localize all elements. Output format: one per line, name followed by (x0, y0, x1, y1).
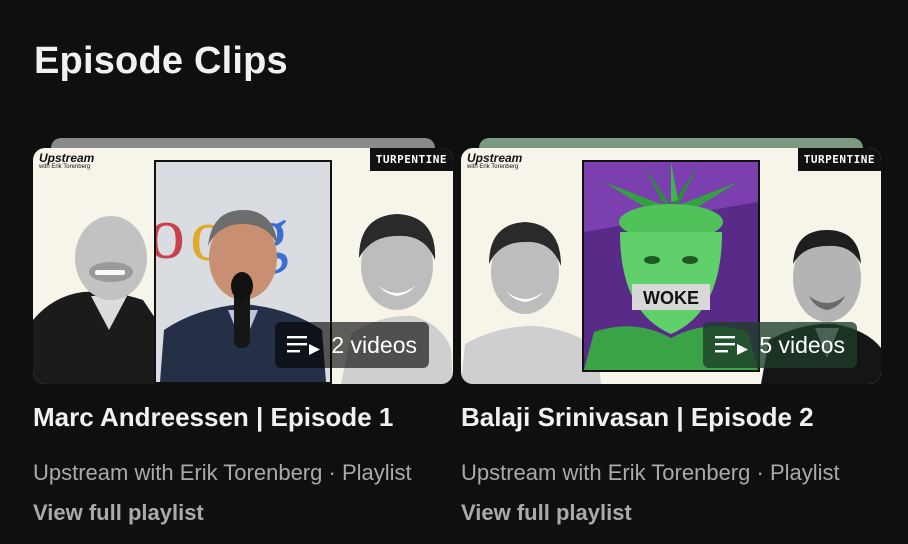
upstream-logo-sub: with Erik Torenberg (467, 164, 519, 170)
meta-separator: · (328, 460, 336, 485)
playlist-icon (715, 334, 749, 356)
person-photo-left (461, 208, 601, 384)
video-count-text: 2 videos (331, 331, 417, 358)
meta-separator: · (756, 460, 764, 485)
content-type: Playlist (769, 460, 840, 485)
turpentine-label: TURPENTINE (369, 148, 453, 171)
upstream-logo: Upstream (467, 151, 523, 165)
upstream-logo: Upstream (39, 151, 95, 165)
thumbnail-image: Upstream with Erik Torenberg TURPENTINE … (33, 148, 453, 384)
playlist-meta: Upstream with Erik Torenberg · Playlist (461, 460, 840, 486)
content-type: Playlist (341, 460, 412, 485)
playlist-thumbnail[interactable]: Upstream with Erik Torenberg TURPENTINE … (33, 138, 453, 384)
view-full-playlist-link[interactable]: View full playlist (461, 500, 632, 526)
playlist-icon (287, 334, 321, 356)
upstream-logo-sub: with Erik Torenberg (39, 164, 91, 170)
playlist-title[interactable]: Marc Andreessen | Episode 1 (33, 402, 393, 433)
turpentine-label: TURPENTINE (797, 148, 881, 171)
woke-sign-text: WOKE (643, 288, 699, 308)
playlist-thumbnail[interactable]: Upstream with Erik Torenberg TURPENTINE (461, 138, 881, 384)
playlist-title[interactable]: Balaji Srinivasan | Episode 2 (461, 402, 814, 433)
video-count-text: 5 videos (759, 331, 845, 358)
playlist-card-2[interactable]: Upstream with Erik Torenberg TURPENTINE (461, 138, 881, 525)
thumbnail-image: Upstream with Erik Torenberg TURPENTINE (461, 148, 881, 384)
channel-name[interactable]: Upstream with Erik Torenberg (33, 460, 322, 485)
video-count-badge: 2 videos (275, 322, 429, 368)
video-count-badge: 5 videos (703, 322, 857, 368)
playlist-meta: Upstream with Erik Torenberg · Playlist (33, 460, 412, 486)
section-title: Episode Clips (34, 40, 288, 82)
channel-name[interactable]: Upstream with Erik Torenberg (461, 460, 750, 485)
playlist-card-1[interactable]: Upstream with Erik Torenberg TURPENTINE … (33, 138, 453, 525)
view-full-playlist-link[interactable]: View full playlist (33, 500, 204, 526)
svg-text:o: o (156, 193, 185, 275)
